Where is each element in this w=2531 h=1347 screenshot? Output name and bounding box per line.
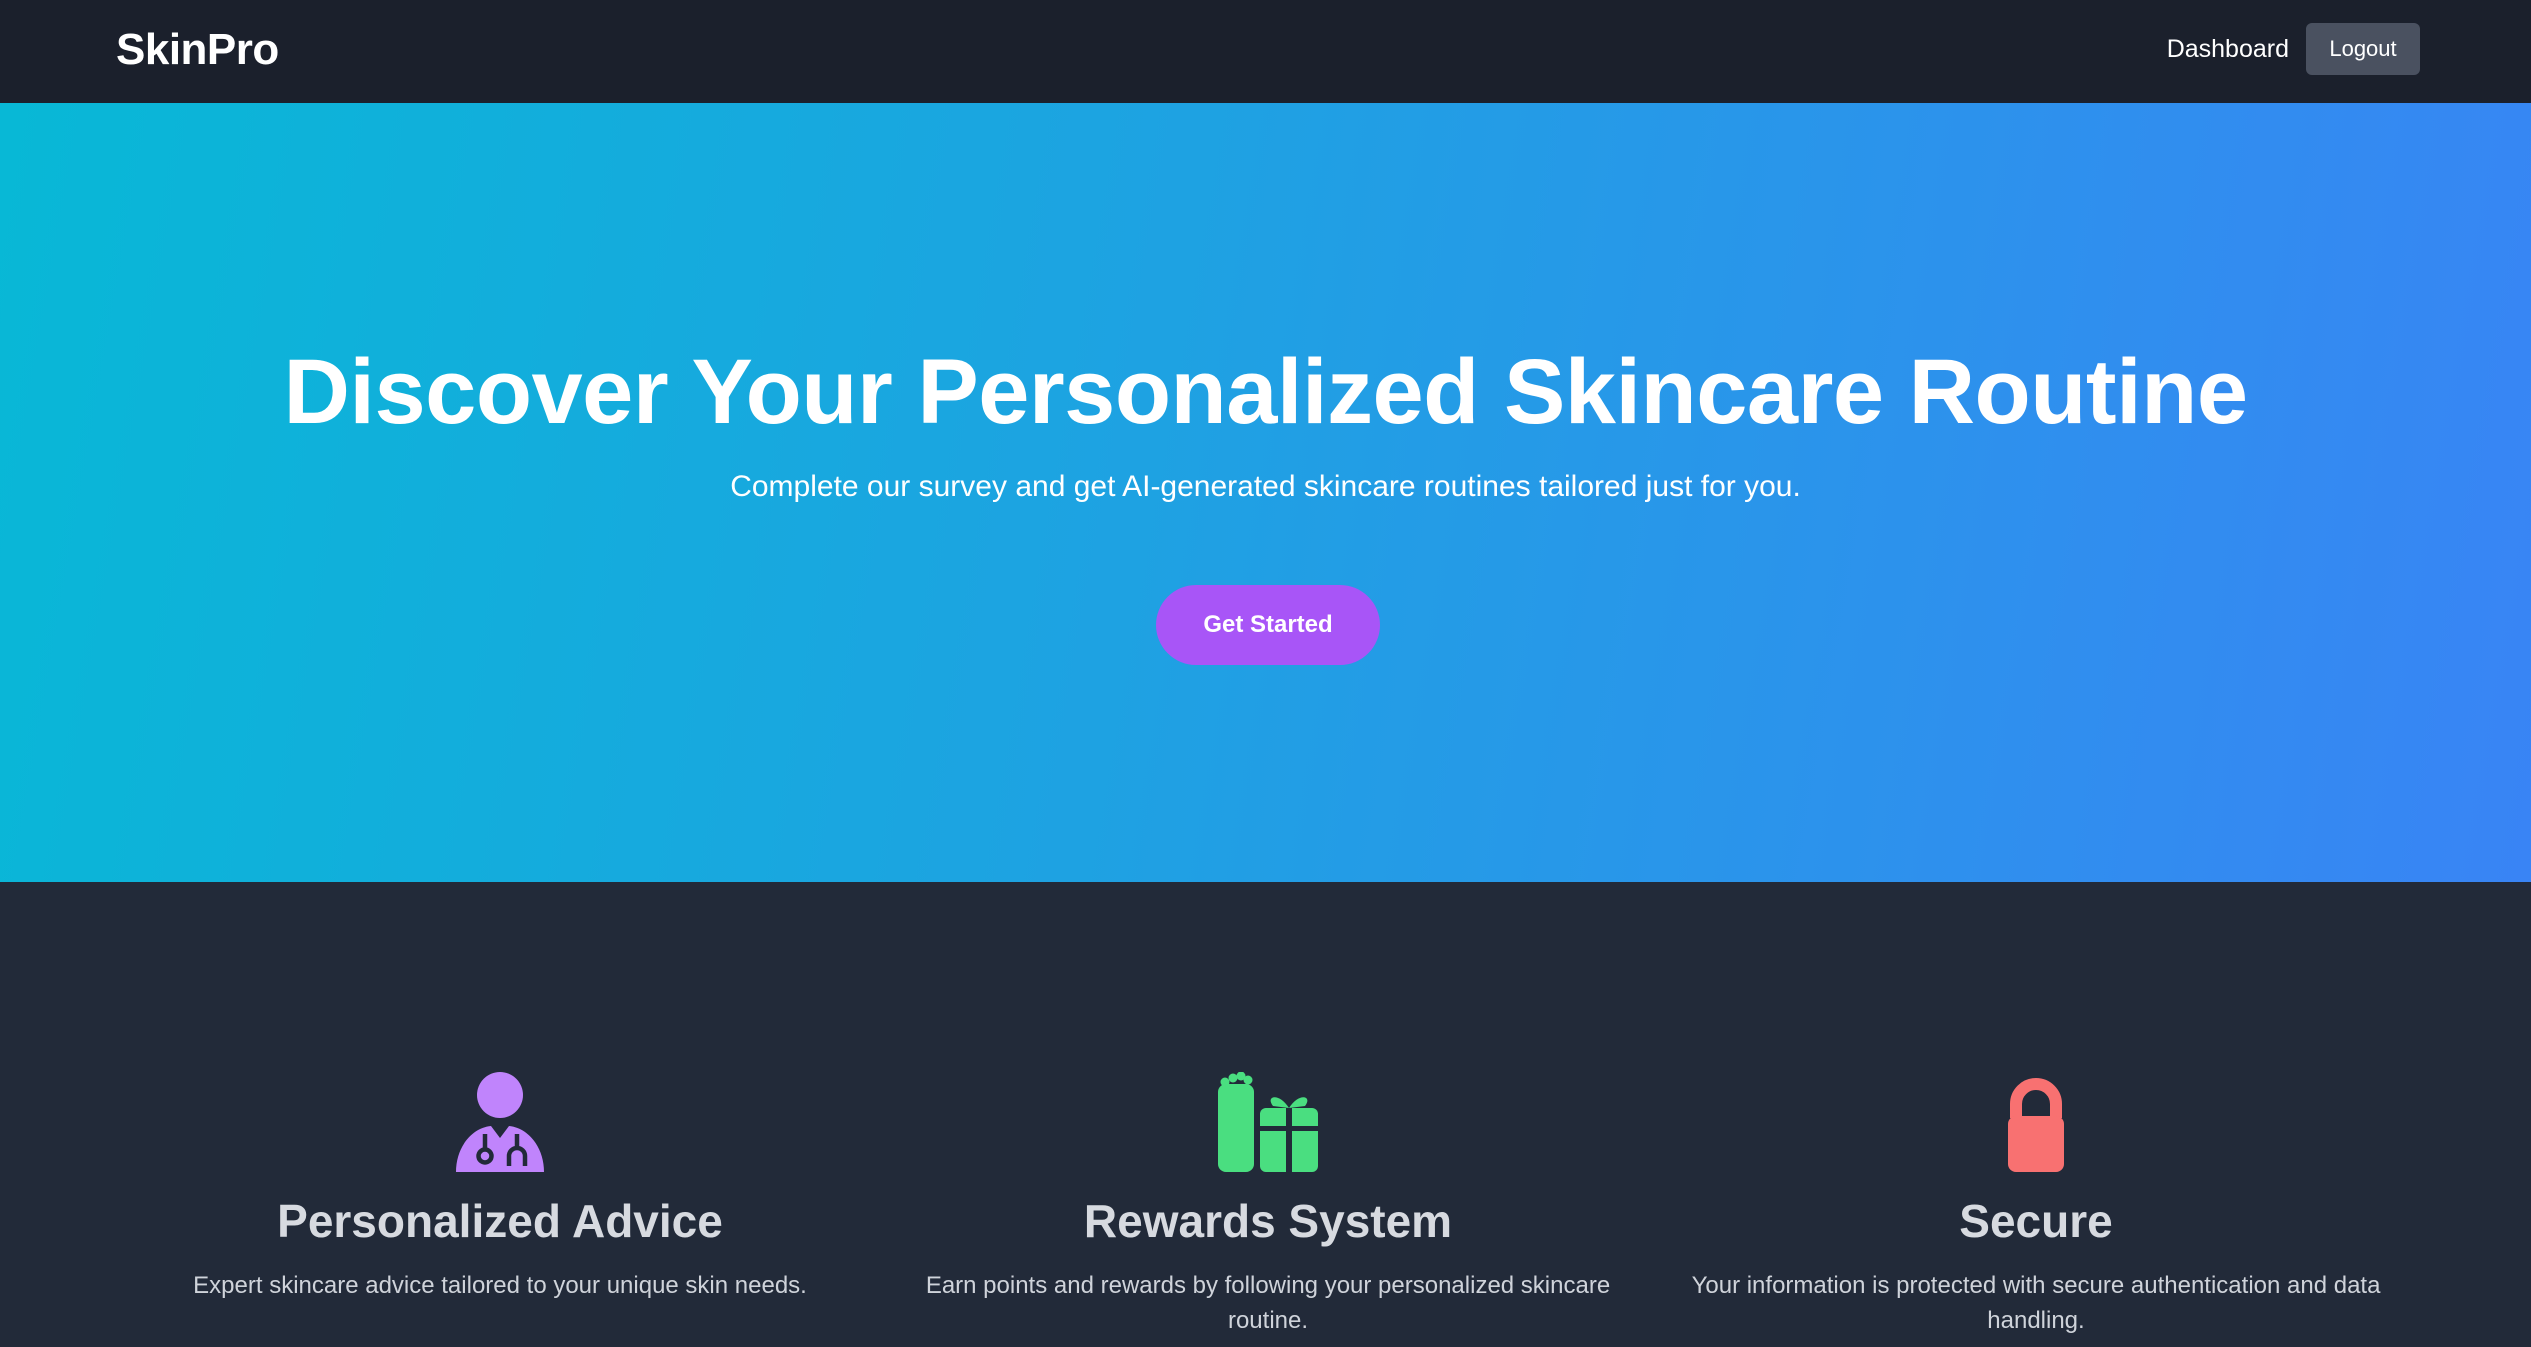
features-section: Personalized Advice Expert skincare advi… — [0, 882, 2531, 1347]
feature-description: Expert skincare advice tailored to your … — [193, 1272, 807, 1299]
feature-title: Secure — [1959, 1195, 2113, 1247]
feature-title: Rewards System — [1083, 1195, 1453, 1247]
gift-icon — [1218, 1072, 1318, 1172]
feature-card-rewards-system: Rewards System Earn points and rewards b… — [888, 882, 1648, 1347]
hero-subtitle: Complete our survey and get AI-generated… — [730, 470, 1801, 503]
brand-logo[interactable]: SkinPro — [116, 25, 279, 75]
get-started-button[interactable]: Get Started — [1156, 585, 1380, 665]
feature-card-personalized-advice: Personalized Advice Expert skincare advi… — [120, 882, 880, 1347]
feature-card-secure: Secure Your information is protected wit… — [1656, 882, 2416, 1347]
hero-title: Discover Your Personalized Skincare Rout… — [283, 341, 2248, 443]
navbar: SkinPro Dashboard Logout — [0, 0, 2531, 103]
feature-description: Earn points and rewards by following you… — [925, 1272, 1611, 1334]
hero-section: Discover Your Personalized Skincare Rout… — [0, 103, 2531, 882]
lock-icon — [2008, 1078, 2064, 1172]
nav-link-dashboard[interactable]: Dashboard — [2167, 35, 2289, 64]
feature-title: Personalized Advice — [277, 1195, 723, 1247]
user-doctor-icon — [456, 1072, 544, 1172]
logout-button[interactable]: Logout — [2306, 23, 2420, 75]
feature-description: Your information is protected with secur… — [1691, 1272, 2381, 1334]
